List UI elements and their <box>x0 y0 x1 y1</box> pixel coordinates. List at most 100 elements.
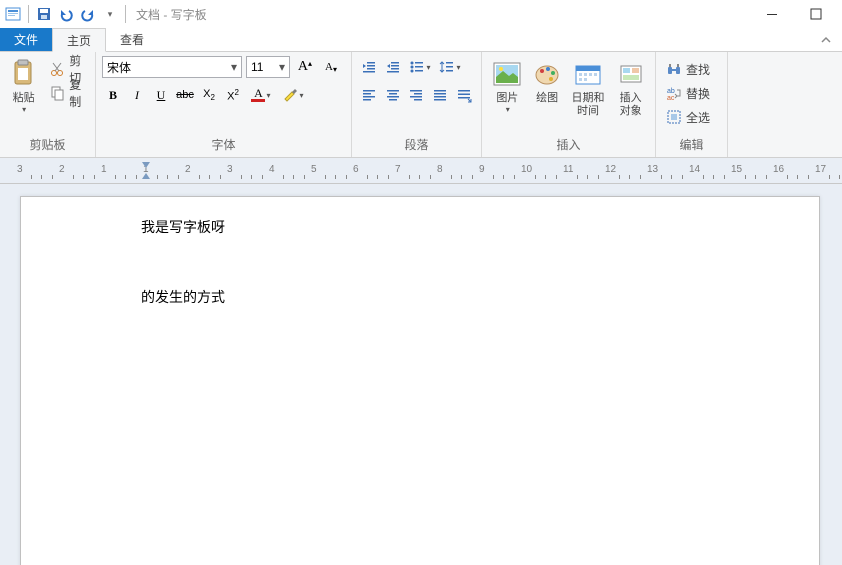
separator <box>28 5 29 23</box>
ruler-number: 13 <box>647 164 658 175</box>
grow-font-button[interactable]: A▴ <box>294 56 316 78</box>
bullets-button[interactable]: ▾ <box>406 56 434 78</box>
decrease-indent-button[interactable] <box>358 56 380 78</box>
group-insert: 图片 ▾ 绘图 日期和 时间 插入 对象 插入 <box>482 52 656 157</box>
increase-indent-button[interactable] <box>382 56 404 78</box>
undo-icon[interactable] <box>57 5 75 23</box>
shrink-font-button[interactable]: A▾ <box>320 56 342 78</box>
ruler[interactable]: 321123456789101112131415161718 <box>0 158 842 184</box>
first-line-indent-marker[interactable] <box>142 162 150 168</box>
chevron-down-icon: ▾ <box>279 60 285 74</box>
font-family-input[interactable] <box>107 60 217 74</box>
separator <box>125 5 126 23</box>
paste-button[interactable]: 粘贴 ▾ <box>6 56 41 134</box>
group-editing: 查找 abac 替换 全选 编辑 <box>656 52 728 157</box>
ruler-number: 6 <box>353 164 359 175</box>
maximize-button[interactable] <box>804 2 828 26</box>
underline-button[interactable]: U <box>150 84 172 106</box>
replace-icon: abac <box>666 85 682 101</box>
text-line[interactable]: 我是写字板呀 <box>141 217 699 237</box>
save-icon[interactable] <box>35 5 53 23</box>
ribbon: 粘贴 ▾ 剪切 复制 剪贴板 ▾ <box>0 52 842 158</box>
ruler-number: 7 <box>395 164 401 175</box>
hanging-indent-marker[interactable] <box>142 173 150 179</box>
subscript-button[interactable]: X2 <box>198 84 220 106</box>
ruler-number: 10 <box>521 164 532 175</box>
document-container[interactable]: 我是写字板呀 的发生的方式 <box>0 184 842 565</box>
ruler-number: 2 <box>185 164 191 175</box>
copy-button[interactable]: 复制 <box>45 82 89 104</box>
paint-label: 绘图 <box>536 92 558 105</box>
chevron-down-icon: ▾ <box>506 105 510 114</box>
redo-icon[interactable] <box>79 5 97 23</box>
selectall-button[interactable]: 全选 <box>662 106 721 128</box>
highlight-button[interactable]: ▾ <box>278 84 308 106</box>
group-font-label: 字体 <box>102 134 345 157</box>
ruler-number: 5 <box>311 164 317 175</box>
group-paragraph-label: 段落 <box>358 134 475 157</box>
italic-button[interactable]: I <box>126 84 148 106</box>
align-right-button[interactable] <box>406 84 428 106</box>
qat-dropdown-icon[interactable]: ▾ <box>101 5 119 23</box>
paragraph-dialog-button[interactable] <box>453 84 475 106</box>
title-bar: ▾ 文档 - 写字板 <box>0 0 842 28</box>
minimize-button[interactable] <box>760 2 784 26</box>
app-icon[interactable] <box>4 5 22 23</box>
quick-access-toolbar: ▾ <box>4 5 128 23</box>
bold-button[interactable]: B <box>102 84 124 106</box>
font-color-button[interactable]: A▾ <box>246 84 276 106</box>
ruler-number: 15 <box>731 164 742 175</box>
chevron-down-icon: ▾ <box>22 105 26 114</box>
replace-label: 替换 <box>686 85 710 102</box>
find-button[interactable]: 查找 <box>662 58 721 80</box>
align-center-button[interactable] <box>382 84 404 106</box>
chevron-down-icon: ▾ <box>231 60 237 74</box>
window-controls <box>760 2 838 26</box>
insert-picture-button[interactable]: 图片 ▾ <box>488 56 527 134</box>
insert-object-button[interactable]: 插入 对象 <box>612 56 649 134</box>
ruler-number: 2 <box>59 164 65 175</box>
picture-label: 图片 <box>496 92 518 105</box>
selectall-label: 全选 <box>686 109 710 126</box>
insert-datetime-button[interactable]: 日期和 时间 <box>568 56 608 134</box>
line-spacing-button[interactable]: ▾ <box>436 56 464 78</box>
ruler-number: 11 <box>563 164 573 175</box>
document-page[interactable]: 我是写字板呀 的发生的方式 <box>20 196 820 565</box>
replace-button[interactable]: abac 替换 <box>662 82 721 104</box>
strikethrough-button[interactable]: abc <box>174 84 196 106</box>
tab-home[interactable]: 主页 <box>52 28 106 52</box>
ruler-number: 16 <box>773 164 784 175</box>
object-label: 插入 对象 <box>620 92 642 118</box>
binoculars-icon <box>666 61 682 77</box>
ruler-number: 9 <box>479 164 485 175</box>
group-clipboard: 粘贴 ▾ 剪切 复制 剪贴板 <box>0 52 96 157</box>
group-editing-label: 编辑 <box>662 134 721 157</box>
ruler-number: 14 <box>689 164 700 175</box>
svg-text:ab: ab <box>667 88 675 95</box>
window-title: 文档 - 写字板 <box>136 6 207 23</box>
paste-label: 粘贴 <box>13 92 35 105</box>
tab-view[interactable]: 查看 <box>106 28 158 51</box>
collapse-ribbon-icon[interactable] <box>810 28 842 51</box>
insert-paint-button[interactable]: 绘图 <box>531 56 564 134</box>
select-all-icon <box>666 109 682 125</box>
group-font: ▾ ▾ A▴ A▾ B I U abc X2 X2 A▾ <box>96 52 352 157</box>
font-size-combo[interactable]: ▾ <box>246 56 290 78</box>
font-size-input[interactable] <box>251 60 273 74</box>
justify-button[interactable] <box>429 84 451 106</box>
font-family-combo[interactable]: ▾ <box>102 56 242 78</box>
text-line[interactable]: 的发生的方式 <box>141 287 699 307</box>
ruler-number: 12 <box>605 164 616 175</box>
group-clipboard-label: 剪贴板 <box>6 134 89 157</box>
find-label: 查找 <box>686 61 710 78</box>
group-insert-label: 插入 <box>488 134 649 157</box>
ruler-number: 17 <box>815 164 826 175</box>
tab-file[interactable]: 文件 <box>0 28 52 51</box>
superscript-button[interactable]: X2 <box>222 84 244 106</box>
svg-text:ac: ac <box>667 95 675 101</box>
ruler-number: 3 <box>17 164 23 175</box>
scissors-icon <box>49 61 65 77</box>
ruler-number: 3 <box>227 164 233 175</box>
align-left-button[interactable] <box>358 84 380 106</box>
ruler-number: 8 <box>437 164 443 175</box>
